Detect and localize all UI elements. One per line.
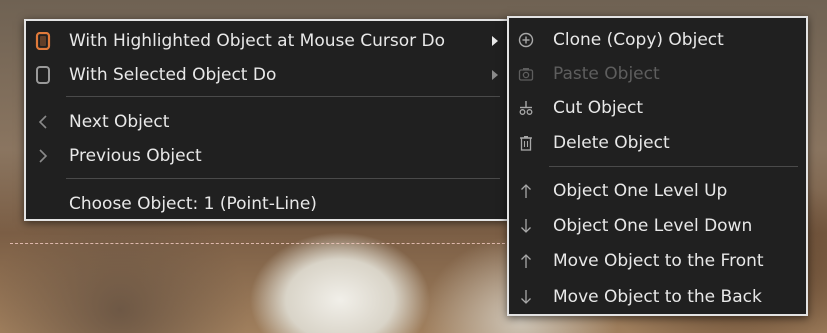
menu-item-paste-object[interactable]: Paste Object — [509, 57, 806, 91]
menu-item-label: Choose Object: 1 (Point-Line) — [69, 194, 317, 214]
menu-item-level-down[interactable]: Object One Level Down — [509, 209, 806, 243]
submenu-arrow-icon — [492, 70, 498, 80]
chevron-right-icon — [26, 148, 60, 164]
menu-item-label: Object One Level Up — [553, 181, 728, 201]
trash-icon — [509, 135, 543, 151]
arrow-down-icon — [509, 289, 543, 305]
menu-item-label: Cut Object — [553, 98, 644, 118]
submenu-arrow-icon — [492, 36, 498, 46]
object-highlight-icon — [26, 32, 60, 50]
menu-item-label: Move Object to the Back — [553, 287, 762, 307]
menu-item-choose-object[interactable]: Choose Object: 1 (Point-Line) — [26, 187, 508, 221]
menu-item-label: Delete Object — [553, 133, 670, 153]
menu-item-label: Paste Object — [553, 64, 660, 84]
cut-icon — [509, 100, 543, 116]
menu-item-label: Next Object — [69, 112, 170, 132]
menu-item-delete-object[interactable]: Delete Object — [509, 126, 806, 160]
arrow-down-icon — [509, 218, 543, 234]
plus-circle-icon — [509, 32, 543, 48]
menu-item-move-to-front[interactable]: Move Object to the Front — [509, 244, 806, 278]
menu-item-label: Previous Object — [69, 146, 202, 166]
menu-separator — [66, 96, 500, 97]
menu-item-label: With Selected Object Do — [69, 65, 277, 85]
menu-item-label: Move Object to the Front — [553, 251, 764, 271]
menu-item-cut-object[interactable]: Cut Object — [509, 91, 806, 125]
menu-item-label: Clone (Copy) Object — [553, 30, 724, 50]
arrow-up-icon — [509, 253, 543, 269]
menu-item-clone-object[interactable]: Clone (Copy) Object — [509, 23, 806, 57]
menu-separator — [549, 166, 798, 167]
context-menu-main: With Highlighted Object at Mouse Cursor … — [24, 19, 510, 221]
menu-item-selected-object[interactable]: With Selected Object Do — [26, 58, 508, 92]
chevron-left-icon — [26, 114, 60, 130]
camera-icon — [509, 66, 543, 82]
context-submenu: Clone (Copy) Object Paste Object Cut Obj… — [507, 16, 808, 316]
menu-item-label: Object One Level Down — [553, 216, 753, 236]
menu-separator — [66, 178, 500, 179]
selection-dashed-line — [10, 243, 515, 244]
menu-item-next-object[interactable]: Next Object — [26, 105, 508, 139]
menu-item-previous-object[interactable]: Previous Object — [26, 139, 508, 173]
menu-item-move-to-back[interactable]: Move Object to the Back — [509, 280, 806, 314]
menu-item-level-up[interactable]: Object One Level Up — [509, 174, 806, 208]
menu-item-label: With Highlighted Object at Mouse Cursor … — [69, 31, 446, 51]
arrow-up-icon — [509, 183, 543, 199]
object-selected-icon — [26, 66, 60, 84]
menu-item-highlighted-object[interactable]: With Highlighted Object at Mouse Cursor … — [26, 24, 508, 58]
